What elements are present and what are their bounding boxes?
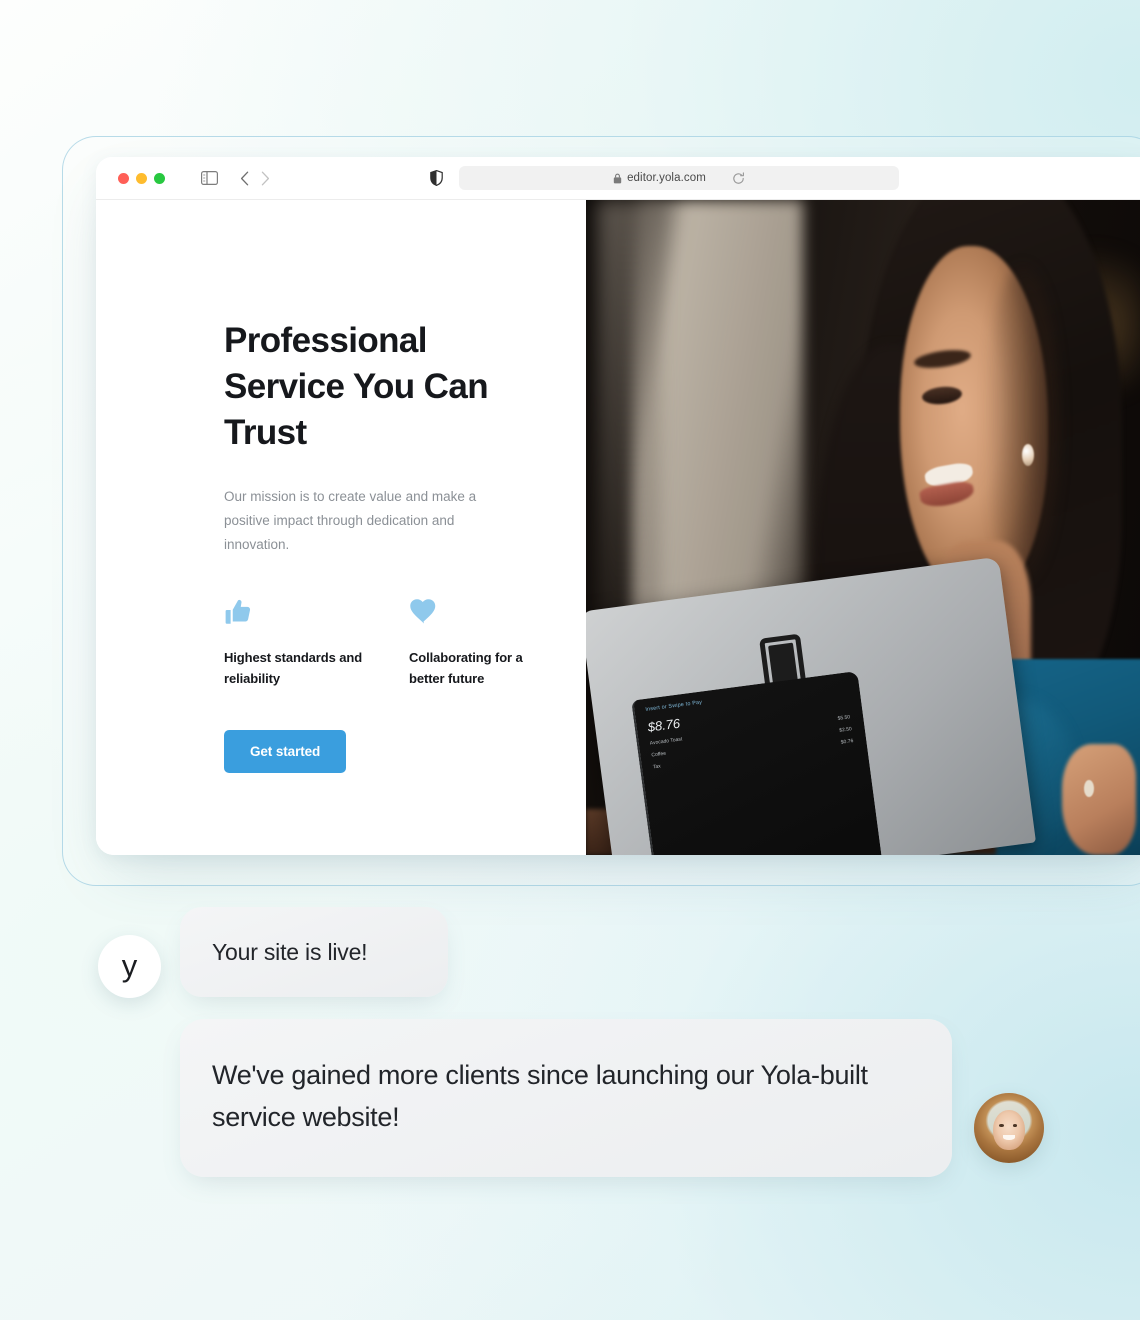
navigation-arrows [240,171,270,186]
subject-hand [1061,743,1137,855]
hero-text-column: Professional Service You Can Trust Our m… [96,200,586,855]
window-traffic-lights[interactable] [118,172,165,184]
feature-list: Highest standards and reliability Collab… [224,597,586,690]
pos-screen-content: Insert or Swipe to Pay $8.76 Avocado Toa… [633,671,883,855]
chevron-left-icon [240,171,249,185]
chat-message-text: We've gained more clients since launchin… [212,1060,868,1132]
forward-button[interactable] [261,171,270,186]
page-root: editor.yola.com Professional Service You… [0,0,1140,1320]
subject-earring [1022,443,1035,466]
privacy-shield-icon [430,170,443,186]
minimize-window-button[interactable] [136,172,147,184]
hero-subtitle: Our mission is to create value and make … [224,488,477,552]
feature-item-standards: Highest standards and reliability [224,597,369,690]
subject-face-shadow [985,265,1060,580]
secure-lock-button [613,173,622,184]
chat-message-bubble: Your site is live! [180,907,448,997]
thumbs-up-icon [224,597,369,631]
pos-item-name: Coffee [651,750,667,759]
chat-message-text: Your site is live! [212,938,368,965]
browser-toolbar: editor.yola.com [96,157,1140,200]
url-text: editor.yola.com [627,172,706,184]
sidebar-toggle-button[interactable] [201,171,218,185]
avatar-portrait [974,1093,1044,1163]
pos-item-name: Tax [652,763,662,771]
feature-item-collaboration: Collaborating for a better future [409,597,554,690]
browser-window: editor.yola.com Professional Service You… [96,157,1140,855]
feature-label: Collaborating for a better future [409,649,523,687]
lock-icon [613,173,622,183]
subject-ring [1084,780,1094,798]
avatar-eye-left [999,1123,1005,1127]
reload-button[interactable] [732,171,745,185]
maximize-window-button[interactable] [154,172,165,184]
hero-image: Insert or Swipe to Pay $8.76 Avocado Toa… [586,200,1140,855]
hero-image-art: Insert or Swipe to Pay $8.76 Avocado Toa… [586,200,1140,855]
close-window-button[interactable] [118,172,129,184]
chevron-right-icon [261,171,270,185]
photo-pillar-edge [597,200,661,659]
website-preview: Professional Service You Can Trust Our m… [96,200,1140,855]
get-started-button[interactable]: Get started [224,729,347,773]
address-bar[interactable]: editor.yola.com [459,166,899,190]
avatar-smile [1003,1135,1015,1140]
pos-item-name: Avocado Toast [649,736,683,747]
pos-item-price: $0.76 [840,737,854,746]
privacy-shield-button[interactable] [430,170,443,186]
avatar-face [992,1109,1026,1151]
feature-label: Highest standards and reliability [224,649,363,687]
page-title: Professional Service You Can Trust [224,321,489,453]
pos-item-price: $5.50 [837,713,851,722]
pos-item-price: $2.50 [838,725,853,734]
heart-icon [409,597,554,631]
chat-message-bubble: We've gained more clients since launchin… [180,1019,952,1177]
reload-icon [733,171,744,184]
customer-photo-avatar [974,1093,1044,1163]
sidebar-toggle-icon [201,171,218,185]
yola-logo-letter: y [121,947,138,983]
pos-terminal-screen: Insert or Swipe to Pay $8.76 Avocado Toa… [631,670,883,855]
back-button[interactable] [240,171,249,186]
yola-logo-avatar: y [98,935,161,998]
